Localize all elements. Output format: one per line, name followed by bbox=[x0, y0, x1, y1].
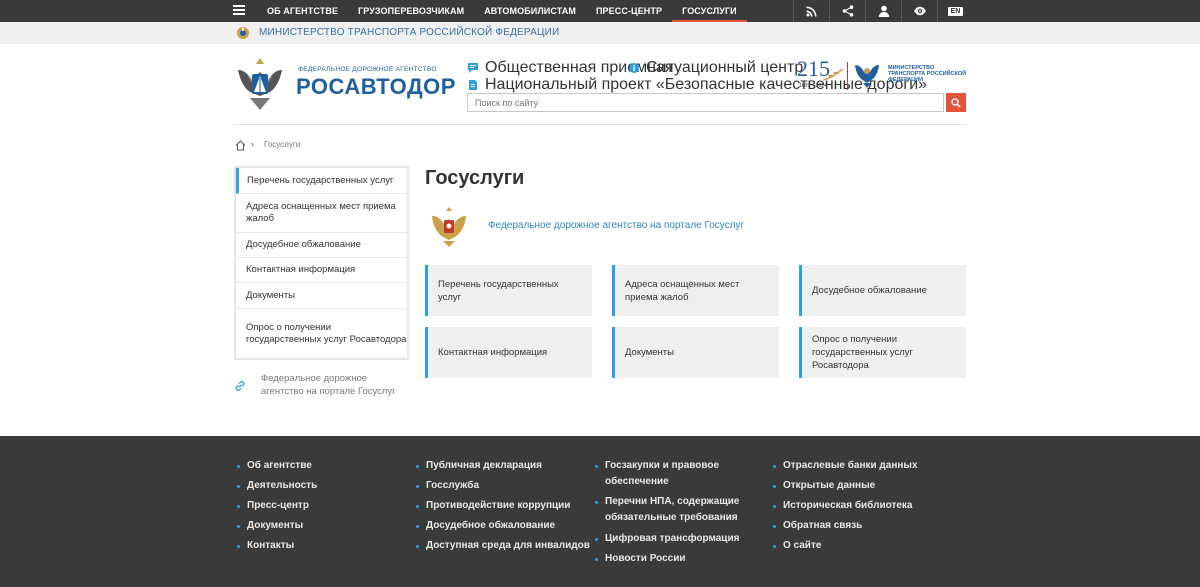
search-input[interactable] bbox=[467, 93, 944, 112]
chat-icon bbox=[468, 63, 478, 73]
link-icon bbox=[235, 380, 245, 392]
top-icons: EN bbox=[793, 0, 973, 22]
footer-link-declaration[interactable]: Публичная декларация bbox=[416, 458, 542, 474]
sidebar-gosuslugi-label: Федеральное дорожное агентство на портал… bbox=[261, 373, 396, 397]
share-icon[interactable] bbox=[829, 0, 865, 22]
footer-link-contacts[interactable]: Контакты bbox=[237, 538, 294, 554]
search-icon bbox=[951, 97, 961, 108]
topnav-gosuslugi[interactable]: ГОСУСЛУГИ bbox=[672, 0, 747, 22]
rosavtodor-emblem-icon bbox=[238, 58, 282, 110]
footer-link-documents[interactable]: Документы bbox=[237, 518, 303, 534]
russian-coat-of-arms-icon bbox=[432, 207, 466, 247]
user-icon[interactable] bbox=[865, 0, 901, 22]
footer-link-npa[interactable]: Перечни НПА, содержащие обязательные тре… bbox=[595, 494, 745, 526]
eagle-emblem-icon bbox=[237, 27, 249, 39]
logo-title[interactable]: РОСАВТОДОР bbox=[296, 74, 456, 100]
sidebar-item-complaint-addresses[interactable]: Адреса оснащенных мест приема жалоб bbox=[236, 194, 407, 233]
footer-link-activity[interactable]: Деятельность bbox=[237, 478, 317, 494]
tile-pretrial-appeal[interactable]: Досудебное обжалование bbox=[799, 265, 966, 316]
topnav-freight[interactable]: ГРУЗОПЕРЕВОЗЧИКАМ bbox=[348, 0, 474, 22]
sidebar-item-services-list[interactable]: Перечень государственных услуг bbox=[236, 168, 407, 194]
footer-link-accessibility[interactable]: Доступная среда для инвалидов bbox=[416, 538, 590, 554]
footer-link-databanks[interactable]: Отраслевые банки данных bbox=[773, 458, 918, 474]
footer-link-library[interactable]: Историческая библиотека bbox=[773, 498, 913, 514]
footer-link-feedback[interactable]: Обратная связь bbox=[773, 518, 862, 534]
rss-icon[interactable] bbox=[793, 0, 829, 22]
sidebar-item-documents[interactable]: Документы bbox=[236, 283, 407, 309]
sidebar-item-contacts[interactable]: Контактная информация bbox=[236, 258, 407, 283]
laurel-icon bbox=[823, 68, 844, 81]
footer-link-about[interactable]: Об агентстве bbox=[237, 458, 312, 474]
footer-link-press[interactable]: Пресс-центр bbox=[237, 498, 309, 514]
anniversary-years: 1809 – 2024 bbox=[799, 83, 827, 89]
ministry-bar: МИНИСТЕРСТВО ТРАНСПОРТА РОССИЙСКОЙ ФЕДЕР… bbox=[0, 22, 1200, 44]
divider bbox=[847, 62, 848, 90]
footer-link-news[interactable]: Новости России bbox=[595, 551, 686, 567]
topnav-about[interactable]: ОБ АГЕНТСТВЕ bbox=[257, 0, 348, 22]
search-button[interactable] bbox=[946, 93, 966, 112]
situation-center-link[interactable]: Ситуационный центр bbox=[629, 59, 803, 77]
language-switch[interactable]: EN bbox=[937, 0, 973, 22]
topnav-motorists[interactable]: АВТОМОБИЛИСТАМ bbox=[474, 0, 586, 22]
logo-subtitle: ФЕДЕРАЛЬНОЕ ДОРОЖНОЕ АГЕНТСТВО bbox=[298, 66, 437, 73]
eye-icon[interactable] bbox=[901, 0, 937, 22]
document-icon bbox=[469, 80, 477, 90]
chevron-right-icon: › bbox=[251, 139, 254, 149]
gosuslugi-portal-link[interactable]: Федеральное дорожное агентство на портал… bbox=[488, 220, 744, 231]
footer: Об агентстве Деятельность Пресс-центр До… bbox=[0, 436, 1200, 587]
tile-contacts[interactable]: Контактная информация bbox=[425, 327, 592, 378]
footer-link-about-site[interactable]: О сайте bbox=[773, 538, 821, 554]
tile-services-list[interactable]: Перечень государственных услуг bbox=[425, 265, 592, 316]
sidebar-item-pretrial-appeal[interactable]: Досудебное обжалование bbox=[236, 233, 407, 258]
tile-documents[interactable]: Документы bbox=[612, 327, 779, 378]
page-title: Госуслуги bbox=[425, 167, 525, 189]
ministry-emblem-icon bbox=[855, 65, 879, 88]
info-icon bbox=[629, 63, 639, 73]
top-bar: ОБ АГЕНТСТВЕ ГРУЗОПЕРЕВОЗЧИКАМ АВТОМОБИЛ… bbox=[0, 0, 1200, 22]
anniversary-logo[interactable]: 215 1809 – 2024 МИНИСТЕРСТВО ТРАНСПОРТА … bbox=[797, 56, 967, 92]
tile-complaint-addresses[interactable]: Адреса оснащенных мест приема жалоб bbox=[612, 265, 779, 316]
topnav-press[interactable]: ПРЕСС-ЦЕНТР bbox=[586, 0, 672, 22]
tile-survey[interactable]: Опрос о получении государственных услуг … bbox=[799, 327, 966, 378]
home-icon[interactable] bbox=[235, 140, 246, 151]
header-divider bbox=[233, 124, 967, 125]
language-label: EN bbox=[947, 6, 964, 16]
top-nav: ОБ АГЕНТСТВЕ ГРУЗОПЕРЕВОЗЧИКАМ АВТОМОБИЛ… bbox=[257, 0, 747, 22]
ministry-name: МИНИСТЕРСТВО ТРАНСПОРТА РОССИЙСКОЙ ФЕДЕР… bbox=[888, 65, 967, 83]
situation-center-label: Ситуационный центр bbox=[646, 59, 804, 76]
breadcrumb-current: Госуслуги bbox=[264, 140, 301, 149]
menu-icon[interactable] bbox=[233, 5, 245, 17]
footer-link-anticorruption[interactable]: Противодействие коррупции bbox=[416, 498, 570, 514]
footer-link-open-data[interactable]: Открытые данные bbox=[773, 478, 875, 494]
sidebar-menu: Перечень государственных услуг Адреса ос… bbox=[234, 166, 409, 360]
footer-link-pretrial[interactable]: Досудебное обжалование bbox=[416, 518, 555, 534]
footer-link-digital[interactable]: Цифровая трансформация bbox=[595, 531, 739, 547]
ministry-link[interactable]: МИНИСТЕРСТВО ТРАНСПОРТА РОССИЙСКОЙ ФЕДЕР… bbox=[259, 22, 559, 44]
sidebar-item-survey[interactable]: Опрос о получении государственных услуг … bbox=[236, 309, 407, 358]
footer-link-civil-service[interactable]: Госслужба bbox=[416, 478, 479, 494]
footer-link-procurement[interactable]: Госзакупки и правовое обеспечение bbox=[595, 458, 735, 490]
